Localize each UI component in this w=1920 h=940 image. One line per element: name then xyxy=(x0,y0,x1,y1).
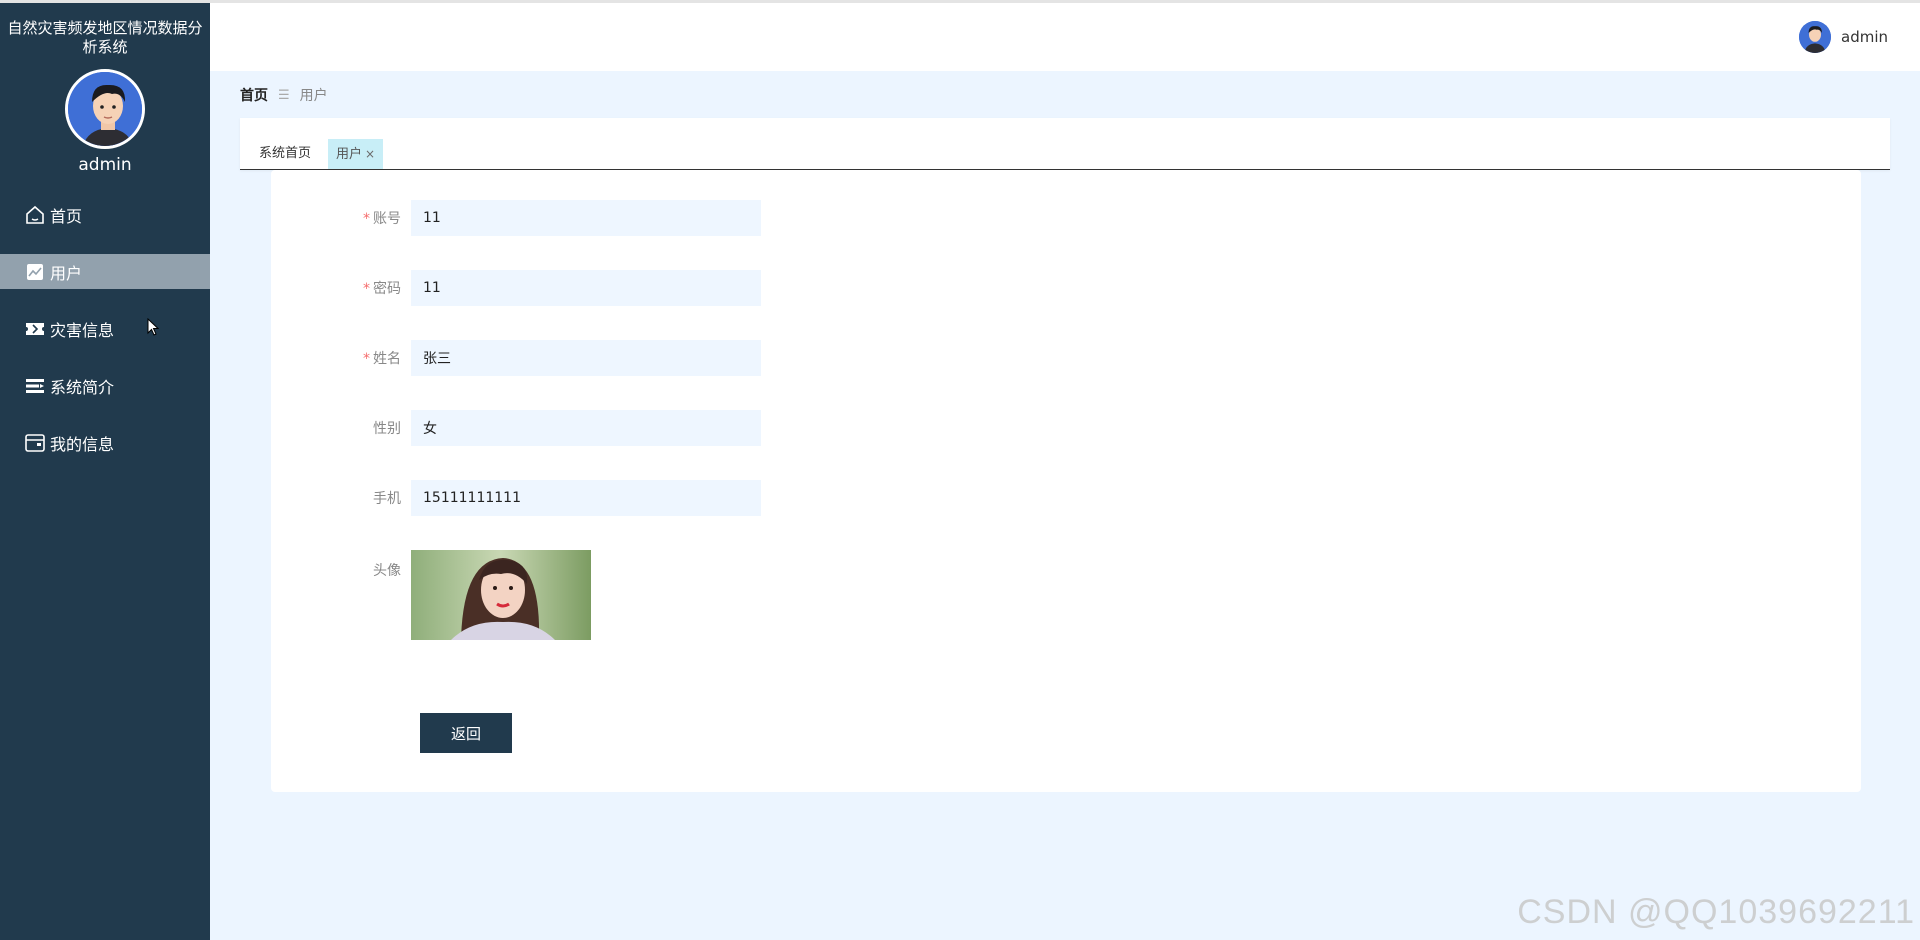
header-username: admin xyxy=(1841,28,1888,46)
header-user-menu[interactable]: admin xyxy=(1799,21,1888,53)
account-label: * 账号 xyxy=(363,211,401,227)
phone-label: 手机 xyxy=(373,491,401,507)
sidebar-item-label: 系统简介 xyxy=(50,377,115,397)
avatar-photo[interactable] xyxy=(411,550,591,640)
watermark: CSDN @QQ1039692211 xyxy=(1517,893,1915,931)
form-row-password: * 密码 11 xyxy=(271,270,761,306)
required-mark: * xyxy=(363,211,370,227)
name-field[interactable]: 张三 xyxy=(411,340,761,376)
sidebar-item-users[interactable]: 用户 xyxy=(0,254,210,289)
form-row-gender: 性别 女 xyxy=(271,410,761,446)
password-field[interactable]: 11 xyxy=(411,270,761,306)
account-field[interactable]: 11 xyxy=(411,200,761,236)
form-row-avatar: 头像 xyxy=(271,550,591,640)
sidebar-item-label: 用户 xyxy=(50,263,83,283)
mouse-cursor-icon xyxy=(147,317,160,340)
top-header: admin xyxy=(210,3,1920,71)
sidebar-item-profile[interactable]: 我的信息 xyxy=(0,425,210,460)
breadcrumb-current: 用户 xyxy=(299,88,328,104)
sidebar-item-label: 首页 xyxy=(50,206,83,226)
breadcrumb: 首页 ☰ 用户 xyxy=(240,85,328,105)
close-icon[interactable]: × xyxy=(365,147,375,161)
sidebar-item-intro[interactable]: 系统简介 xyxy=(0,368,210,403)
gender-field[interactable]: 女 xyxy=(411,410,761,446)
sidebar-item-home[interactable]: 首页 xyxy=(0,197,210,232)
sidebar-item-label: 灾害信息 xyxy=(50,320,115,340)
wallet-icon xyxy=(24,432,46,454)
home-icon xyxy=(24,204,46,226)
back-button[interactable]: 返回 xyxy=(420,713,512,753)
breadcrumb-home[interactable]: 首页 xyxy=(240,85,268,105)
required-mark: * xyxy=(363,351,370,367)
gender-label: 性别 xyxy=(373,421,401,437)
tab-label: 系统首页 xyxy=(259,146,312,161)
breadcrumb-separator-icon: ☰ xyxy=(278,87,290,103)
sidebar-avatar xyxy=(65,69,145,149)
chart-icon xyxy=(24,261,46,283)
ticket-icon xyxy=(24,318,46,340)
sidebar-item-disasters[interactable]: 灾害信息 xyxy=(0,311,210,346)
sidebar-item-label: 我的信息 xyxy=(50,434,115,454)
form-row-phone: 手机 15111111111 xyxy=(271,480,761,516)
user-detail-form: * 账号 11 * 密码 11 * 姓名 张三 性别 女 手机 15111111111… xyxy=(271,170,1861,792)
app-title: 自然灾害频发地区情况数据分析系统 xyxy=(7,19,203,56)
form-row-account: * 账号 11 xyxy=(271,200,761,236)
tab-bar: 系统首页 用户 × xyxy=(240,118,1890,170)
form-row-name: * 姓名 张三 xyxy=(271,340,761,376)
sidebar-username: admin xyxy=(78,155,132,175)
name-label: * 姓名 xyxy=(363,351,401,367)
phone-field[interactable]: 15111111111 xyxy=(411,480,761,516)
tab-users[interactable]: 用户 × xyxy=(328,139,384,169)
header-avatar xyxy=(1799,21,1831,53)
required-mark: * xyxy=(363,281,370,297)
tab-label: 用户 xyxy=(336,147,363,162)
avatar-label: 头像 xyxy=(373,563,401,579)
tab-system-home[interactable]: 系统首页 xyxy=(251,139,319,169)
sidebar-menu: 首页 用户 灾害信息 系统简介 我的信息 xyxy=(0,197,210,460)
list-icon xyxy=(24,375,46,397)
password-label: * 密码 xyxy=(363,281,401,297)
sidebar: 自然灾害频发地区情况数据分析系统 admin 首页 用户 灾害信息 系统简介 我… xyxy=(0,3,210,940)
